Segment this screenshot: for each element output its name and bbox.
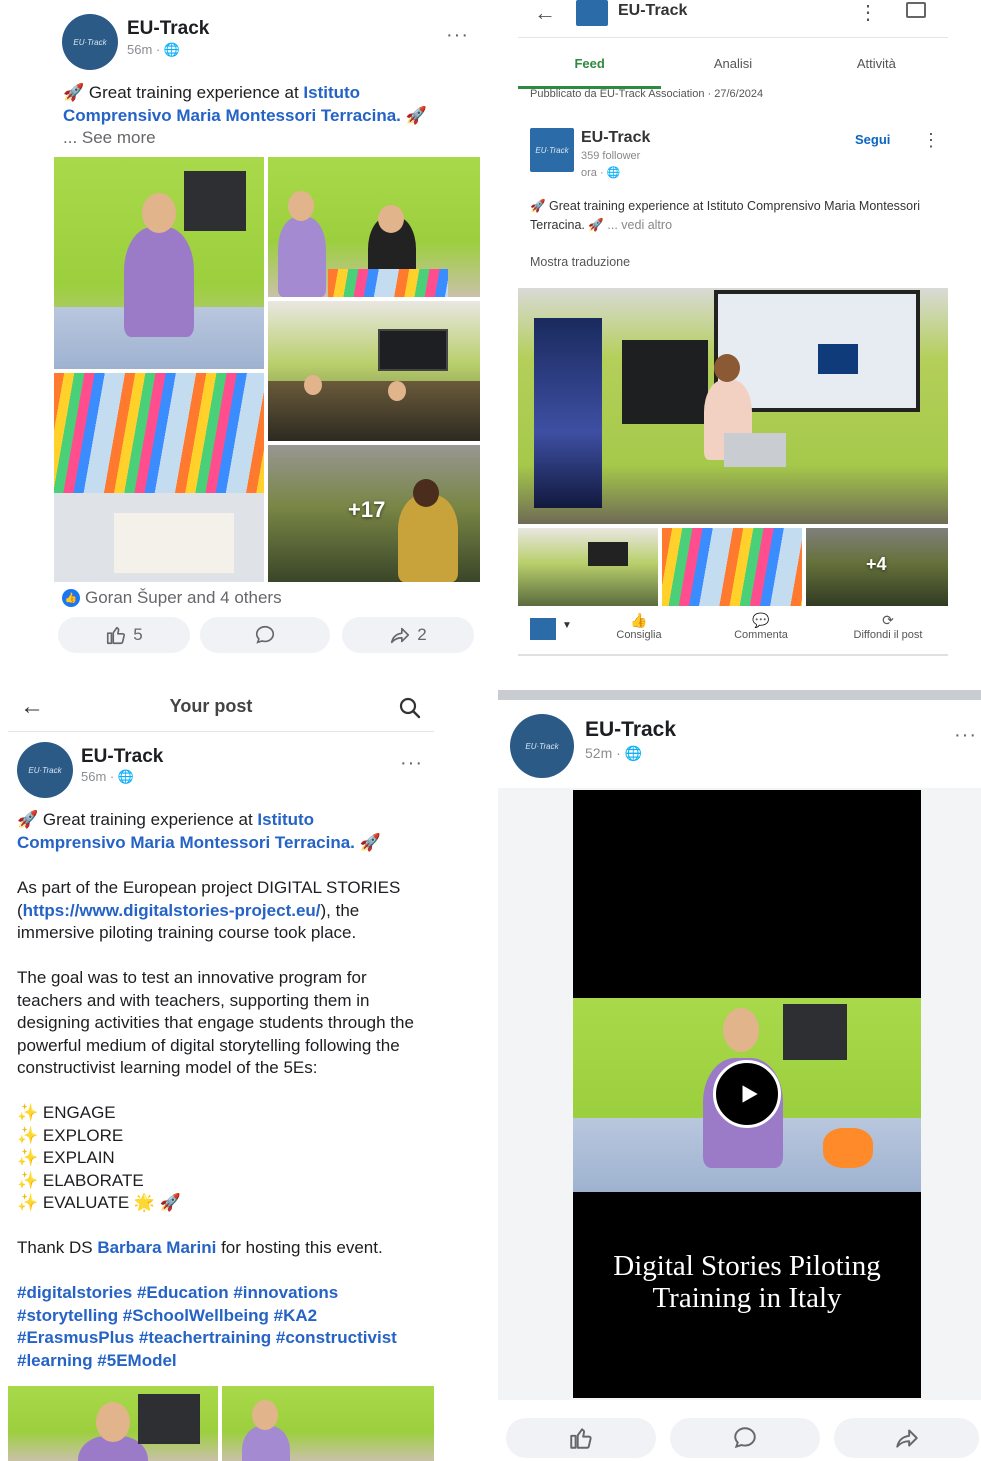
eu-track-avatar[interactable]: EU·Track	[17, 742, 73, 798]
post-meta: 52m · 🌐	[585, 745, 643, 761]
project-link[interactable]: https://www.digitalstories-project.eu/	[23, 901, 321, 920]
repost-icon: ⟳	[882, 612, 894, 628]
page-name[interactable]: EU-Track	[581, 129, 650, 147]
facebook-video-post: EU·Track EU-Track 52m · 🌐 ··· Digital St…	[498, 690, 981, 1461]
more-vert-icon[interactable]: ⋮	[858, 0, 878, 25]
company-logo	[576, 0, 608, 26]
post-paragraph-2: The goal was to test an innovative progr…	[17, 968, 414, 1077]
video-title-overlay: Digital Stories Piloting Training in Ita…	[613, 1250, 881, 1314]
post-meta: 56m · 🌐	[81, 769, 135, 784]
like-button[interactable]	[506, 1418, 656, 1458]
main-photo[interactable]	[518, 288, 948, 524]
share-button[interactable]	[834, 1418, 979, 1458]
mention-link[interactable]: Barbara Marini	[97, 1238, 216, 1257]
share-icon	[895, 1429, 918, 1448]
follow-button[interactable]: Segui	[855, 132, 890, 147]
model-list: ✨ ENGAGE ✨ EXPLORE ✨ EXPLAIN ✨ ELABORATE…	[17, 1102, 427, 1215]
company-name: EU-Track	[618, 2, 688, 19]
list-item: ✨ ELABORATE	[17, 1170, 144, 1190]
eu-track-avatar[interactable]: EU·Track	[510, 714, 574, 778]
video-player[interactable]: Digital Stories Piloting Training in Ita…	[573, 790, 921, 1398]
page-name[interactable]: EU-Track	[81, 746, 163, 768]
photo-1[interactable]	[54, 157, 264, 369]
comment-button[interactable]: 💬 Commenta	[716, 612, 806, 641]
post-headline: 🚀 Great training experience at Istituto …	[17, 810, 381, 852]
see-more-link[interactable]: ... See more	[63, 127, 156, 150]
more-vert-icon[interactable]: ⋮	[922, 130, 940, 151]
post-text: 🚀 Great training experience at Istituto …	[530, 199, 921, 232]
more-icon[interactable]: ···	[400, 752, 423, 775]
comment-button[interactable]	[200, 617, 330, 653]
reactions-summary[interactable]: 👍 Goran Šuper and 4 others	[62, 588, 282, 608]
like-icon	[107, 626, 126, 645]
like-button[interactable]: 👍 Consiglia	[594, 612, 684, 641]
divider	[498, 690, 981, 700]
page-title: Your post	[169, 696, 253, 716]
tab-analisi[interactable]: Analisi	[661, 52, 804, 86]
post-paragraph-1: As part of the European project DIGITAL …	[17, 878, 401, 942]
more-photos-count[interactable]: +4	[866, 554, 887, 575]
repost-button[interactable]: ⟳ Diffondi il post	[838, 612, 938, 641]
play-button[interactable]	[713, 1060, 781, 1128]
like-button[interactable]: 5	[58, 617, 190, 653]
like-icon: 👍	[630, 612, 648, 628]
post-as-selector[interactable]	[530, 618, 556, 640]
facebook-post-preview: EU·Track EU-Track 56m · 🌐 ··· 🚀 Great tr…	[54, 0, 480, 660]
photo-2[interactable]	[268, 157, 480, 297]
linkedin-tabs: Feed Analisi Attività	[518, 52, 948, 86]
more-photos-count[interactable]: +17	[348, 497, 385, 523]
thanks-line: Thank DS Barbara Marini for hosting this…	[17, 1238, 383, 1257]
list-item: ✨ EXPLAIN	[17, 1148, 115, 1167]
post-time: ora · 🌐	[581, 167, 621, 179]
your-post-detail: ← Your post EU·Track EU-Track 56m · 🌐 ··…	[8, 688, 434, 1461]
photo-4[interactable]	[54, 373, 264, 582]
globe-icon: 🌐	[624, 745, 643, 761]
eu-track-logo[interactable]: EU·Track	[530, 128, 574, 172]
translate-link[interactable]: Mostra traduzione	[530, 255, 630, 269]
photo-1[interactable]	[8, 1386, 218, 1461]
post-text: 🚀 Great training experience at Istituto …	[63, 83, 427, 125]
more-icon[interactable]: ···	[954, 724, 977, 747]
chevron-down-icon[interactable]: ▼	[562, 620, 572, 631]
comment-icon	[255, 625, 275, 644]
page-name[interactable]: EU-Track	[585, 718, 676, 742]
globe-icon: 🌐	[163, 42, 181, 57]
photo-thumb-3[interactable]: +4	[806, 528, 948, 606]
like-badge-icon: 👍	[62, 589, 80, 607]
photo-5[interactable]: +17	[268, 445, 480, 582]
post-meta: 56m · 🌐	[127, 42, 181, 57]
globe-icon: 🌐	[606, 167, 621, 179]
your-post-header: ← Your post	[8, 688, 434, 732]
linkedin-post-preview: ← EU-Track ⋮ Feed Analisi Attività Pubbl…	[518, 0, 948, 660]
inbox-icon[interactable]	[906, 2, 926, 18]
see-more-link[interactable]: ... vedi altro	[607, 218, 672, 232]
hashtags[interactable]: #digitalstories #Education #innovations …	[17, 1282, 427, 1372]
list-item: ✨ ENGAGE	[17, 1103, 116, 1122]
like-icon	[570, 1428, 592, 1449]
photo-2[interactable]	[222, 1386, 434, 1461]
list-item: ✨ EVALUATE 🌟 🚀	[17, 1193, 181, 1212]
tab-attivita[interactable]: Attività	[805, 52, 948, 86]
linkedin-top-bar: ← EU-Track ⋮	[518, 0, 948, 38]
search-icon[interactable]	[398, 696, 422, 720]
play-icon	[742, 1085, 758, 1103]
eu-track-avatar[interactable]: EU·Track	[62, 14, 118, 70]
comment-icon	[734, 1427, 756, 1449]
page-name[interactable]: EU-Track	[127, 18, 209, 40]
published-by: Pubblicato da EU-Track Association · 27/…	[530, 88, 764, 100]
photo-3[interactable]	[268, 301, 480, 441]
share-icon	[391, 627, 410, 644]
back-arrow-icon[interactable]: ←	[534, 0, 556, 26]
comment-icon: 💬	[752, 612, 770, 628]
photo-thumb-2[interactable]	[662, 528, 802, 606]
tab-feed[interactable]: Feed	[518, 52, 661, 86]
more-icon[interactable]: ···	[446, 24, 469, 47]
followers-count: 359 follower	[581, 150, 641, 162]
list-item: ✨ EXPLORE	[17, 1125, 124, 1145]
share-button[interactable]: 2	[342, 617, 474, 653]
photo-thumb-1[interactable]	[518, 528, 658, 606]
globe-icon: 🌐	[117, 769, 135, 784]
comment-button[interactable]	[670, 1418, 820, 1458]
